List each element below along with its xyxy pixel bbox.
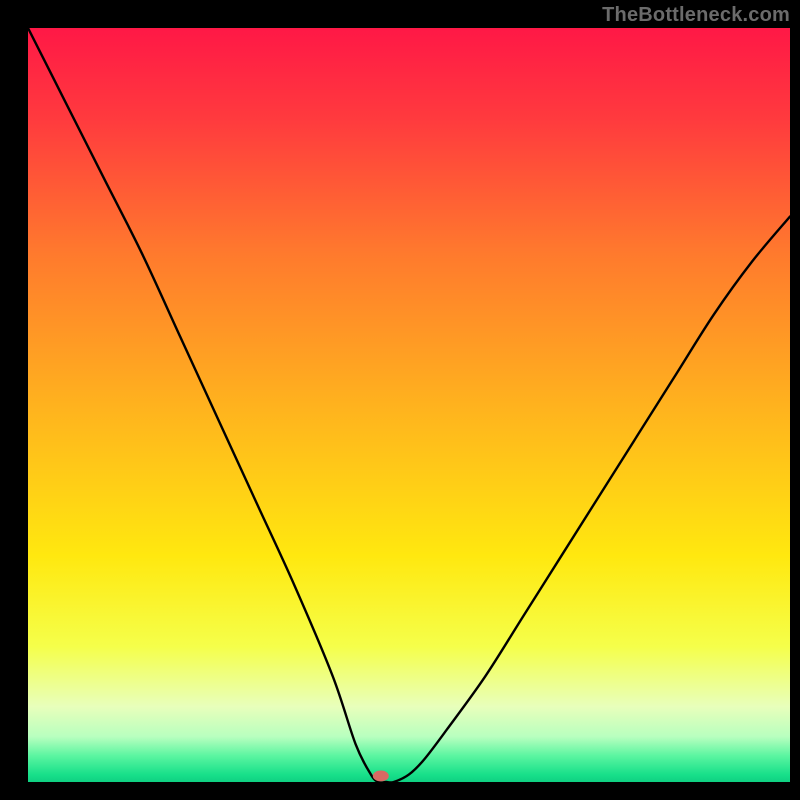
bottleneck-chart: TheBottleneck.com [0,0,800,800]
watermark-text: TheBottleneck.com [602,4,790,27]
plot-background [28,28,790,782]
optimal-point-marker [373,771,389,782]
chart-svg [0,0,800,800]
